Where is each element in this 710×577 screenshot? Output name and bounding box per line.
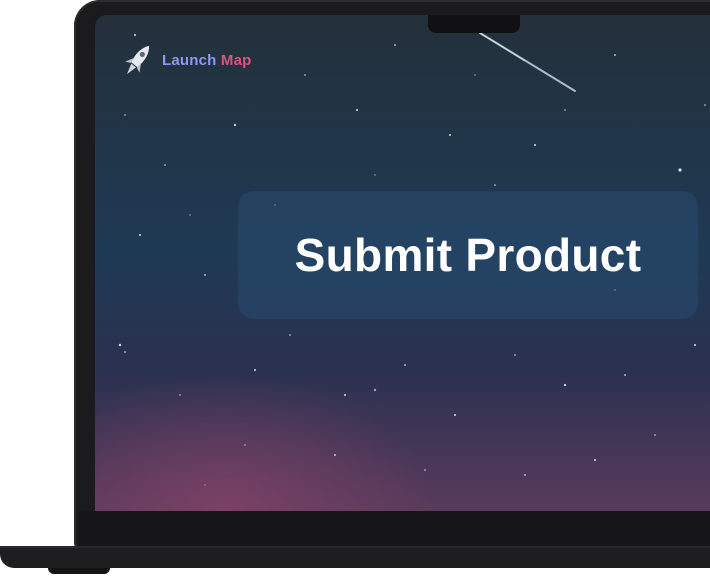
- laptop-mockup: Launch Map Submit Product: [0, 0, 710, 577]
- laptop-chin: [78, 511, 710, 547]
- rocket-icon: [125, 45, 150, 75]
- laptop-base-notch: [48, 568, 110, 574]
- brand-name-map: Map: [220, 51, 252, 69]
- laptop-base: [0, 546, 710, 568]
- brand-name: Launch Map: [162, 52, 252, 69]
- brand-name-launch: Launch: [162, 51, 217, 69]
- page-title: Submit Product: [294, 229, 642, 281]
- brand-logo[interactable]: Launch Map: [120, 40, 252, 80]
- camera-notch: [428, 15, 520, 33]
- hero-title-card: Submit Product: [238, 191, 698, 319]
